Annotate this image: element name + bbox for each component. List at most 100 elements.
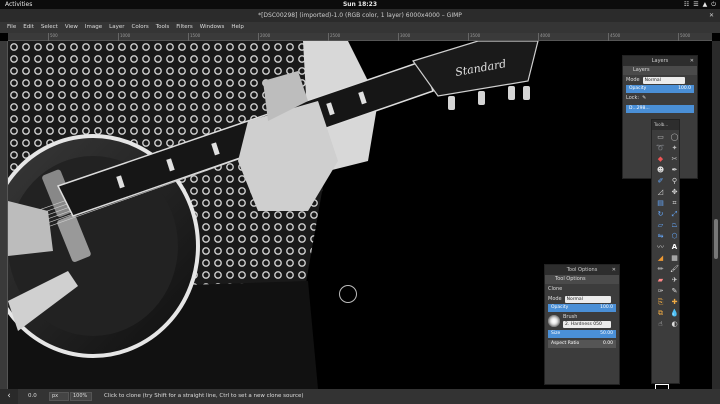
layers-dock-title: Layers [651, 58, 669, 64]
tool-options-dock: Tool Options ✕ Tool Options Clone Mode N… [544, 264, 620, 385]
menu-tools[interactable]: Tools [156, 22, 170, 33]
rotate-icon[interactable]: ↻ [655, 209, 666, 219]
brush-preview-icon[interactable] [548, 315, 560, 327]
menu-view[interactable]: View [65, 22, 78, 33]
opacity-value: 100.0 [600, 305, 613, 310]
smudge-icon[interactable]: ☝ [655, 319, 666, 329]
menu-file[interactable]: File [7, 22, 16, 33]
fuzzy-select-icon[interactable]: ✦ [669, 143, 680, 153]
tool-opacity-slider[interactable]: Opacity 100.0 [548, 304, 616, 312]
back-icon[interactable]: ‹ [0, 389, 18, 404]
opacity-label: Opacity [629, 86, 647, 91]
menu-select[interactable]: Select [41, 22, 58, 33]
dodge-burn-icon[interactable]: ◐ [669, 319, 680, 329]
tab-label: Layers [633, 67, 650, 73]
eraser-icon[interactable]: ▰ [655, 275, 666, 285]
lock-pixels-icon[interactable]: ✎ [642, 95, 646, 101]
free-select-icon[interactable]: ➰ [655, 143, 666, 153]
crop-icon[interactable]: ⌗ [669, 198, 680, 208]
pencil-icon[interactable]: ✏ [655, 264, 666, 274]
menu-help[interactable]: Help [231, 22, 244, 33]
size-slider[interactable]: Size 50.00 [548, 330, 616, 338]
window-title: *[DSC00298] (imported)-1.0 (RGB color, 1… [258, 12, 462, 19]
layer-item[interactable]: D...298... [626, 105, 694, 113]
ellipse-select-icon[interactable]: ◯ [669, 132, 680, 142]
horizontal-ruler[interactable]: 500 1000 1500 2000 2500 3000 3500 4000 4… [8, 33, 712, 41]
ruler-tick: 4000 [538, 33, 550, 41]
brush-select[interactable]: 2. Hardness 050 [563, 321, 611, 328]
move-icon[interactable]: ✥ [669, 187, 680, 197]
paintbrush-icon[interactable]: 🖌 [669, 264, 680, 274]
menubar: File Edit Select View Image Layer Colors… [0, 22, 720, 33]
airbrush-icon[interactable]: ✈ [669, 275, 680, 285]
system-tray[interactable]: ☷ ☰ ▲ ⏻ [684, 0, 716, 9]
align-icon[interactable]: ▤ [655, 198, 666, 208]
close-icon[interactable]: ✕ [612, 265, 616, 275]
bucket-fill-icon[interactable]: ◢ [655, 253, 666, 263]
vertical-scrollbar[interactable] [712, 41, 720, 389]
brush-row: Brush 2. Hardness 050 [545, 312, 619, 330]
ruler-tick: 3500 [468, 33, 480, 41]
mode-label: Mode [626, 77, 640, 83]
layer-name: D...298... [629, 106, 650, 111]
menu-colors[interactable]: Colors [131, 22, 148, 33]
menu-filters[interactable]: Filters [176, 22, 193, 33]
color-select-icon[interactable]: ◆ [655, 154, 666, 164]
paths-icon[interactable]: ✒ [669, 165, 680, 175]
ruler-tick: 4500 [608, 33, 620, 41]
cage-icon[interactable]: ⬡ [669, 231, 680, 241]
scale-icon[interactable]: ⤢ [669, 209, 680, 219]
layers-dock-header: Layers ✕ [623, 56, 697, 66]
lock-label: Lock: [626, 95, 640, 101]
volume-icon: ▲ [702, 1, 708, 8]
ruler-tick: 2000 [258, 33, 270, 41]
menu-layer[interactable]: Layer [109, 22, 124, 33]
measure-icon[interactable]: ◿ [655, 187, 666, 197]
layers-mode-row: Mode Normal [623, 75, 697, 85]
vertical-ruler[interactable] [0, 41, 8, 389]
layers-mode-select[interactable]: Normal [642, 76, 685, 84]
perspective-icon[interactable]: ⏢ [669, 220, 680, 230]
aspect-label: Aspect Ratio [551, 341, 580, 346]
status-message: Click to clone (try Shift for a straight… [104, 393, 304, 399]
color-picker-icon[interactable]: ✐ [655, 176, 666, 186]
zoom-select[interactable]: 100% [70, 392, 92, 401]
brush-cursor-outline [339, 285, 357, 303]
clock[interactable]: Sun 18:23 [0, 0, 720, 9]
mode-label: Mode [548, 296, 562, 302]
clone-icon[interactable]: ⎘ [655, 297, 666, 307]
tool-mode-row: Mode Normal [545, 294, 619, 304]
blur-icon[interactable]: 💧 [669, 308, 680, 318]
tool-heading-row: Clone [545, 284, 619, 294]
menu-edit[interactable]: Edit [23, 22, 34, 33]
text-icon[interactable]: A [669, 242, 680, 252]
rect-select-icon[interactable]: ▭ [655, 132, 666, 142]
menu-windows[interactable]: Windows [200, 22, 225, 33]
scissors-icon[interactable]: ✂ [669, 154, 680, 164]
flip-icon[interactable]: ⇋ [655, 231, 666, 241]
tab-tool-options[interactable]: Tool Options [545, 275, 619, 284]
mypaint-brush-icon[interactable]: ✎ [669, 286, 680, 296]
ink-icon[interactable]: ✑ [655, 286, 666, 296]
ruler-tick: 1500 [188, 33, 200, 41]
foreground-select-icon[interactable]: ☻ [655, 165, 666, 175]
blend-icon[interactable]: ▦ [669, 253, 680, 263]
tab-label: Tool Options [555, 276, 586, 282]
tab-layers[interactable]: Layers [623, 66, 697, 75]
unit-select[interactable]: px [49, 392, 69, 401]
system-topbar: Activities Sun 18:23 ☷ ☰ ▲ ⏻ [0, 0, 720, 9]
perspective-clone-icon[interactable]: ⧉ [655, 308, 666, 318]
zoom-icon[interactable]: ⚲ [669, 176, 680, 186]
layers-opacity-slider[interactable]: Opacity 100.0 [626, 85, 694, 93]
aspect-ratio-slider[interactable]: Aspect Ratio 0.00 [548, 340, 616, 348]
menu-image[interactable]: Image [85, 22, 102, 33]
close-icon[interactable]: ✕ [690, 56, 694, 66]
heal-icon[interactable]: ✚ [669, 297, 680, 307]
close-window-icon[interactable]: ✕ [709, 9, 714, 22]
ruler-tick: 5000 [678, 33, 690, 41]
scrollbar-thumb[interactable] [714, 219, 718, 259]
tool-mode-select[interactable]: Normal [564, 295, 611, 303]
size-label: Size [551, 331, 561, 336]
shear-icon[interactable]: ▱ [655, 220, 666, 230]
warp-icon[interactable]: 〰 [655, 242, 666, 252]
